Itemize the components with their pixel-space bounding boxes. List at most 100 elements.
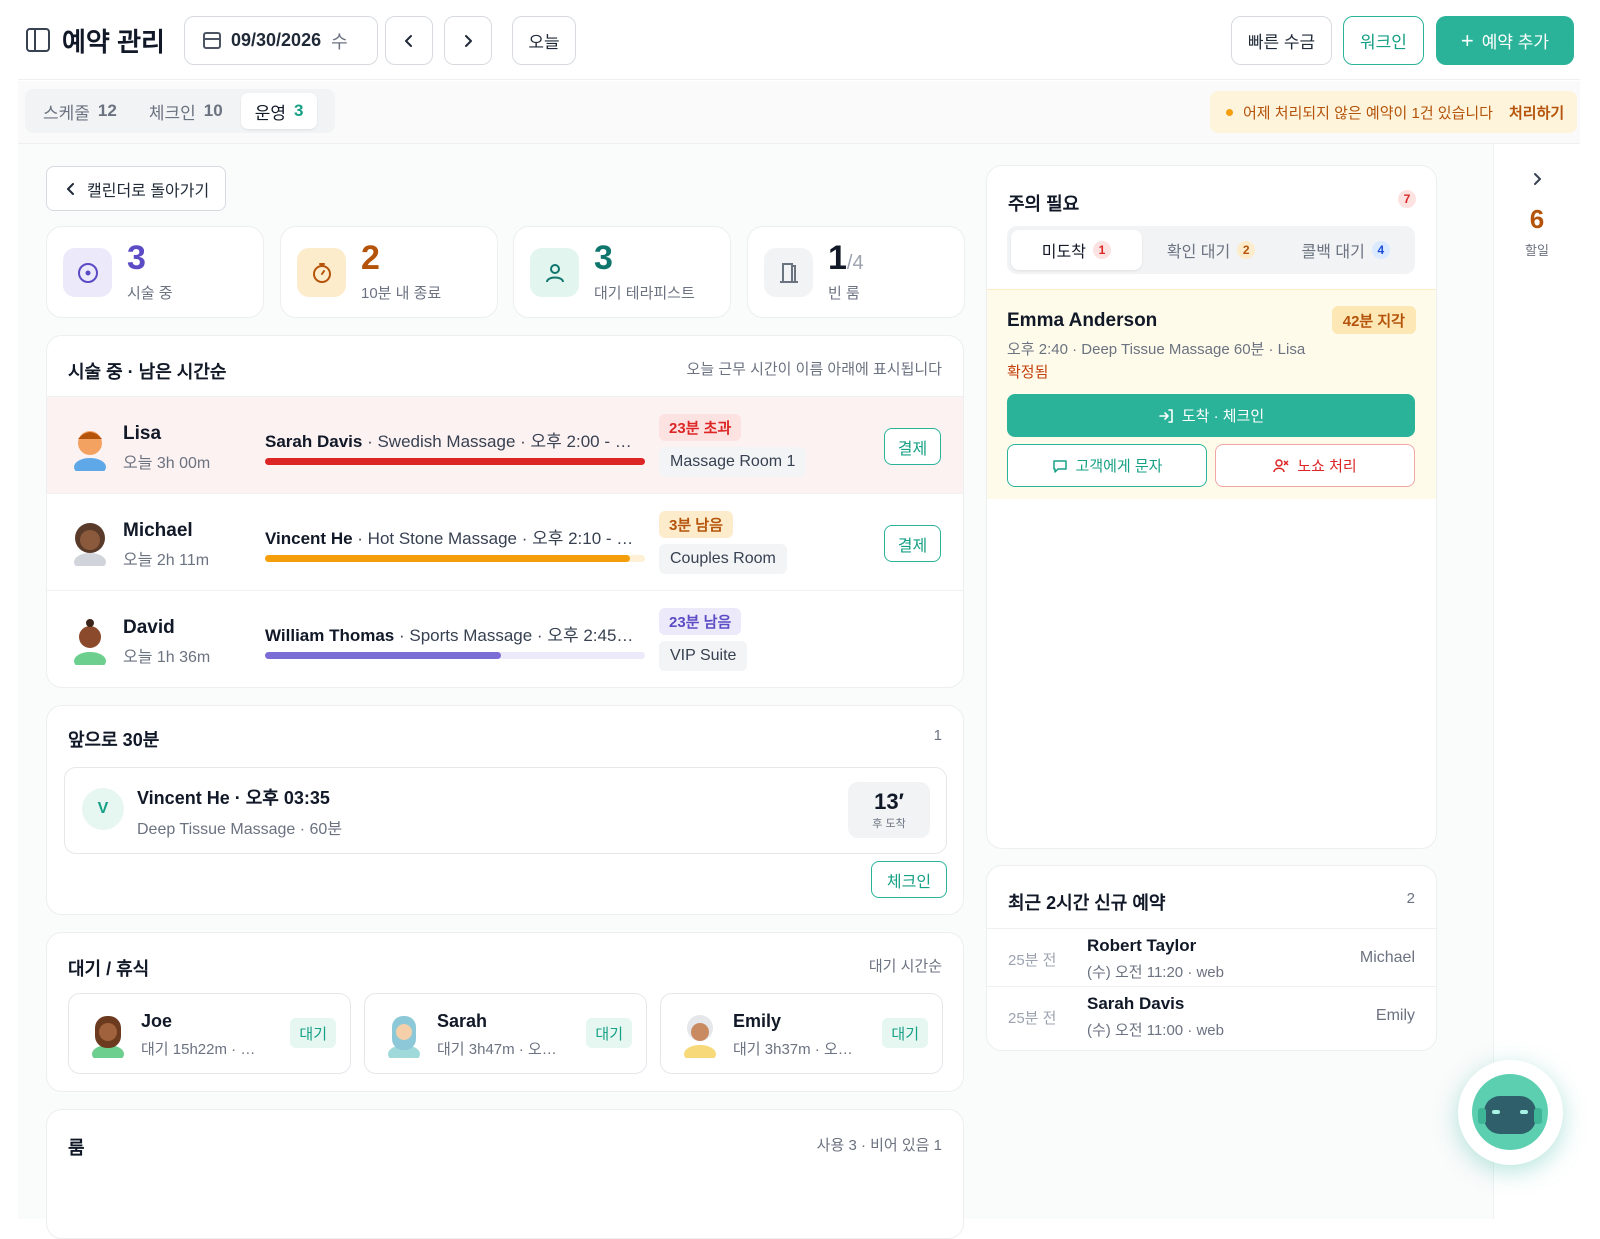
upcoming-booking-card[interactable]: V Vincent He · 오후 03:35 Deep Tissue Mass… [64,767,947,854]
section-title: 주의 필요 [1008,194,1080,214]
waiting-section: 대기 / 휴식 대기 시간순 Joe 대기 15h22m · 오늘 0h 대기 … [46,932,964,1092]
tab-operations[interactable]: 운영 3 [240,93,318,129]
user-x-icon [1273,458,1289,472]
section-count: 2 [1406,890,1415,907]
tab-callback[interactable]: 콜백 대기 4 [1280,230,1411,270]
service-description: Vincent He · Hot Stone Massage · 오후 2:10… [265,529,637,548]
walkin-button[interactable]: 워크인 [1343,16,1424,65]
client-initial-avatar: V [82,788,124,830]
tab-not-arrived[interactable]: 미도착 1 [1011,230,1142,270]
date-value: 09/30/2026 [231,30,322,50]
service-row[interactable]: Lisa 오늘 3h 00m Sarah Davis · Swedish Mas… [47,396,963,493]
tab-count-badge: 4 [1371,241,1390,259]
booking-detail: (수) 오전 11:00 · web [1087,1022,1224,1039]
booking-detail: (수) 오전 11:20 · web [1087,964,1224,981]
upcoming-section: 앞으로 30분 1 V Vincent He · 오후 03:35 Deep T… [46,705,964,915]
view-tabs: 스케줄 12 체크인 10 운영 3 [25,89,335,133]
door-icon [764,248,813,297]
section-title: 룸 [68,1138,85,1158]
button-label: 도착 · 체크인 [1181,408,1265,425]
pay-button[interactable]: 결제 [884,525,941,562]
waiting-therapist-card[interactable]: Joe 대기 15h22m · 오늘 0h 대기 [68,993,351,1074]
stat-value: 3 [594,239,613,277]
date-picker-button[interactable]: 09/30/2026 수 [184,16,378,65]
avatar [684,1015,716,1058]
attention-panel: 주의 필요 7 미도착 1 확인 대기 2 콜백 대기 4 Emma Ander… [986,165,1437,849]
back-label: 캘린더로 돌아가기 [87,182,210,200]
recent-booking-row[interactable]: 25분 전 Sarah Davis (수) 오전 11:00 · web Emi… [987,986,1436,1044]
calendar-icon [203,32,221,49]
add-booking-label: 예약 추가 [1481,33,1550,52]
app-frame: 예약 관리 09/30/2026 수 오늘 빠른 수금 워크인 + 예약 추가 … [18,0,1580,1239]
tab-schedule[interactable]: 스케줄 12 [29,93,131,129]
therapist-name: Emily [1375,1007,1415,1024]
service-description: Sarah Davis · Swedish Massage · 오후 2:00 … [265,432,637,451]
waiting-therapist-card[interactable]: Sarah 대기 3h47m · 오늘 0h 대기 [364,993,647,1074]
send-sms-button[interactable]: 고객에게 문자 [1007,444,1207,487]
process-now-link[interactable]: 처리하기 [1509,102,1564,123]
booking-service: Deep Tissue Massage · 60분 [137,821,343,838]
button-label: 고객에게 문자 [1075,458,1163,475]
avatar [74,523,106,566]
plus-icon: + [1460,27,1474,53]
eta-label: 후 도착 [872,818,906,830]
warning-dot-icon [1226,108,1233,116]
todo-label: 할일 [1525,243,1549,258]
tab-label: 운영 [254,103,286,123]
therapist-name: Michael [123,520,193,541]
no-show-button[interactable]: 노쇼 처리 [1215,444,1415,487]
robot-icon [1472,1074,1548,1150]
message-icon [1052,459,1067,473]
tab-count: 3 [293,101,304,120]
late-badge: 42분 지각 [1331,306,1416,334]
therapist-name: Michael [1359,949,1415,966]
chevron-right-icon[interactable] [1530,172,1544,186]
section-title: 최근 2시간 신규 예약 [1008,893,1166,913]
recent-booking-row[interactable]: 25분 전 Robert Taylor (수) 오전 11:20 · web M… [987,928,1436,986]
view-bar: 스케줄 12 체크인 10 운영 3 어제 처리되지 않은 예약이 1건 있습니… [18,81,1580,144]
status-badge: 3분 남음 [659,511,733,538]
assistant-bot-button[interactable] [1458,1060,1563,1165]
arrive-checkin-button[interactable]: 도착 · 체크인 [1007,394,1415,437]
therapist-name: Sarah [437,1011,488,1031]
target-icon [63,248,112,297]
avatar [388,1016,420,1058]
button-label: 노쇼 처리 [1297,458,1357,475]
late-booking-item: Emma Anderson 42분 지각 오후 2:40 · Deep Tiss… [987,289,1436,499]
therapist-hours: 오늘 2h 11m [123,552,210,569]
checkin-button[interactable]: 체크인 [871,861,947,898]
eta-badge: 13′ 후 도착 [848,782,930,838]
prev-day-button[interactable] [385,16,433,65]
chevron-right-icon [465,34,472,47]
service-row[interactable]: David 오늘 1h 36m William Thomas · Sports … [47,590,963,687]
tab-label: 미도착 [1041,244,1086,261]
person-icon [530,248,579,297]
pay-button[interactable]: 결제 [884,428,941,465]
add-booking-button[interactable]: + 예약 추가 [1436,16,1574,65]
tab-pending-confirm[interactable]: 확인 대기 2 [1146,230,1277,270]
in-service-section: 시술 중 · 남은 시간순 오늘 근무 시간이 이름 아래에 표시됩니다 Lis… [46,335,964,688]
stat-label: 시술 중 [127,285,173,302]
back-to-calendar-button[interactable]: 캘린더로 돌아가기 [46,166,226,211]
stat-value: 2 [361,239,380,277]
client-name: Emma Anderson [1007,310,1158,331]
top-bar: 예약 관리 09/30/2026 수 오늘 빠른 수금 워크인 + 예약 추가 [18,0,1580,80]
tab-checkin[interactable]: 체크인 10 [135,93,237,129]
service-row[interactable]: Michael 오늘 2h 11m Vincent He · Hot Stone… [47,493,963,590]
section-title: 시술 중 · 남은 시간순 [68,362,227,382]
quick-payment-button[interactable]: 빠른 수금 [1231,16,1332,65]
main-content: 캘린더로 돌아가기 3 시술 중 2 10분 내 종료 3 대기 테라피스트 1… [18,144,1493,1239]
client-name: Robert Taylor [1087,936,1197,955]
avatar [92,1016,124,1058]
today-button[interactable]: 오늘 [512,16,576,65]
sidebar-toggle-icon[interactable] [26,28,50,52]
wait-info: 대기 3h47m · 오늘 0h [437,1041,562,1058]
next-day-button[interactable] [444,16,492,65]
chevron-left-icon [405,34,412,47]
waiting-therapist-card[interactable]: Emily 대기 3h37m · 오늘 0h 대기 [660,993,943,1074]
eta-value: 13′ [874,789,904,814]
time-ago: 25분 전 [1008,952,1057,969]
progress-fill [265,555,630,562]
stat-card-ending-soon: 2 10분 내 종료 [280,226,498,318]
login-icon [1159,408,1173,423]
